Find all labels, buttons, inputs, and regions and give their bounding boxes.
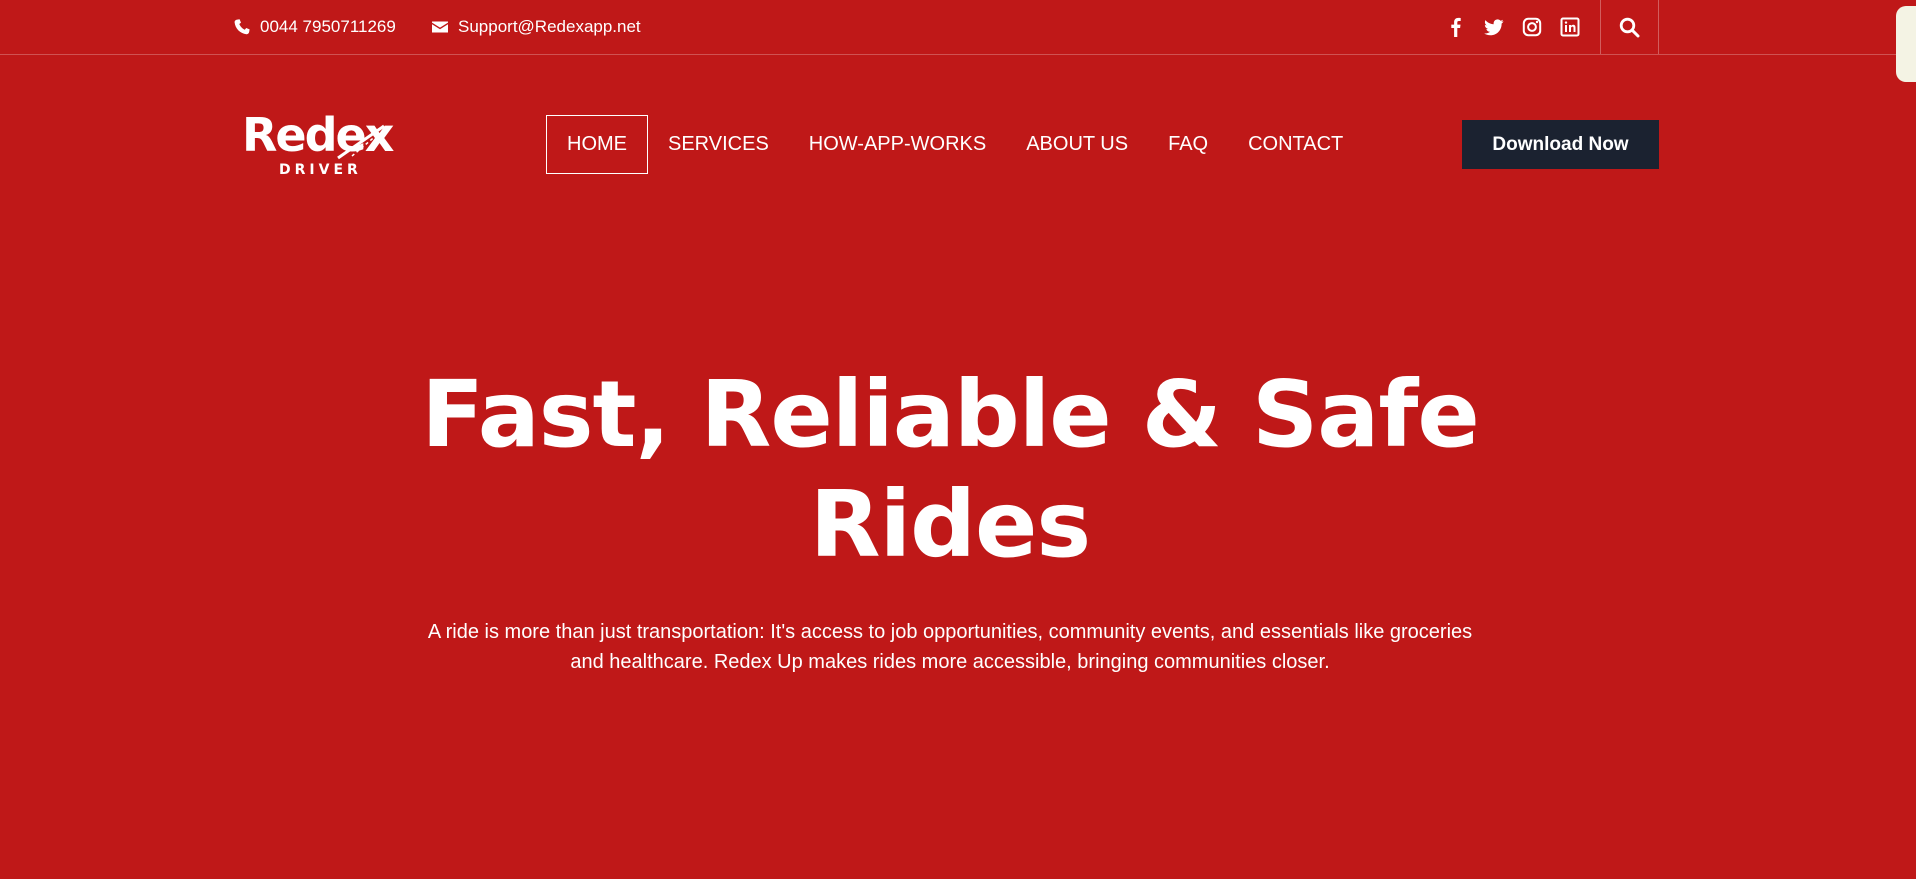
linkedin-icon [1560,17,1580,37]
phone-number: 0044 7950711269 [260,17,396,36]
linkedin-link[interactable] [1560,17,1580,37]
search-icon [1619,17,1640,37]
facebook-icon [1451,17,1461,37]
hero-title-line2: Rides [809,471,1091,578]
logo[interactable]: Redex DRIVER [242,110,394,180]
twitter-link[interactable] [1484,17,1504,37]
download-now-button[interactable]: Download Now [1462,120,1659,169]
phone-link[interactable]: 0044 7950711269 [234,0,396,54]
top-bar: 0044 7950711269 Support@Redexapp.net [0,0,1916,55]
page: 0044 7950711269 Support@Redexapp.net Red… [0,0,1916,879]
phone-icon [234,19,250,35]
instagram-link[interactable] [1522,17,1542,37]
twitter-icon [1484,19,1504,36]
logo-swoosh-icon [337,124,385,160]
nav-home[interactable]: HOME [546,115,648,174]
email-link[interactable]: Support@Redexapp.net [432,0,641,54]
social-links [1446,0,1580,54]
hero-title-line1: Fast, Reliable & Safe [421,361,1479,468]
nav-about-us[interactable]: ABOUT US [1006,115,1148,174]
nav-contact[interactable]: CONTACT [1228,115,1363,174]
hero-description: A ride is more than just transportation:… [427,621,1473,673]
nav-how-app-works[interactable]: HOW-APP-WORKS [789,115,1006,174]
email-address: Support@Redexapp.net [458,17,641,36]
search-button[interactable] [1600,0,1659,54]
envelope-icon [432,21,448,33]
main-nav: HOME SERVICES HOW-APP-WORKS ABOUT US FAQ… [546,115,1363,174]
nav-faq[interactable]: FAQ [1148,115,1228,174]
hero-title: Fast, Reliable & Safe Rides [400,360,1500,580]
instagram-icon [1522,17,1542,37]
logo-subtitle: DRIVER [279,162,362,178]
facebook-link[interactable] [1446,17,1466,37]
scrollbar-thumb[interactable] [1896,6,1916,82]
nav-services[interactable]: SERVICES [648,115,789,174]
